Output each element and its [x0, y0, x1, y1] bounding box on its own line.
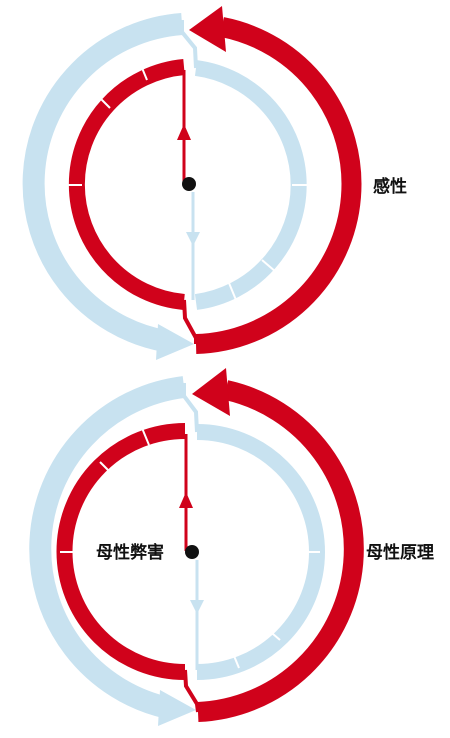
left-label: 母性弊害 — [96, 542, 164, 563]
cycle-diagrams-canvas: 感性 母性弊害 母性原理 — [22, 6, 434, 726]
red-axis-arrow — [177, 124, 191, 140]
blue-arrowhead — [156, 324, 194, 360]
center-dot — [182, 177, 196, 191]
right-label: 母性原理 — [366, 542, 434, 563]
blue-axis-arrow — [190, 600, 204, 614]
inner-red-arc — [68, 59, 185, 310]
bottom-connector — [182, 299, 198, 344]
blue-axis-arrow — [186, 232, 200, 246]
top-connector — [182, 383, 199, 433]
cycle-diagram-bottom: 母性弊害 母性原理 — [29, 368, 434, 726]
cycle-diagram-top: 感性 — [22, 6, 407, 360]
right-label: 感性 — [373, 176, 407, 197]
red-axis-arrow — [179, 492, 193, 508]
red-arrowhead — [192, 368, 230, 416]
center-dot — [185, 545, 199, 559]
inner-blue-arc — [194, 60, 307, 310]
